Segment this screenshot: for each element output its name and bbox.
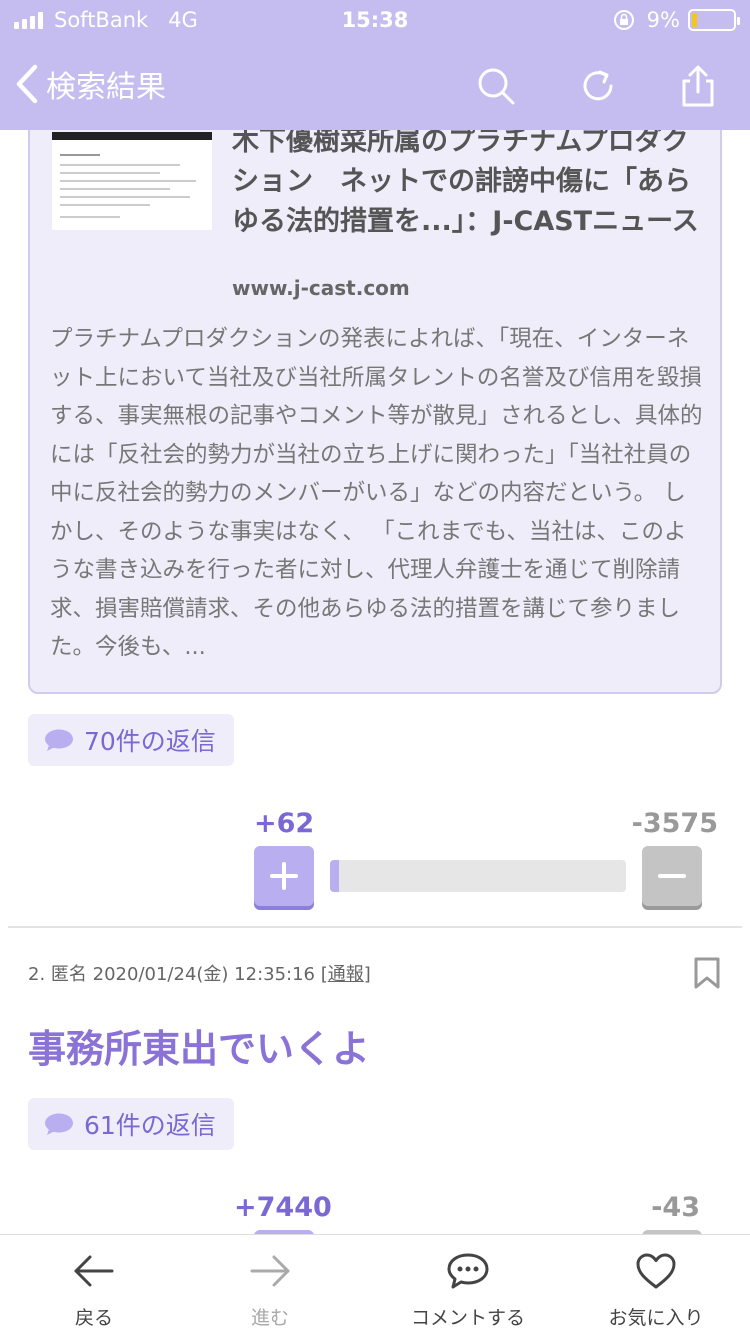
- post-body: 事務所東出でいくよ: [28, 1027, 371, 1071]
- battery-percent: 9%: [646, 8, 680, 32]
- minus-count: -3575: [631, 808, 718, 839]
- content-scroll-area[interactable]: 木下優樹菜所属のプラチナムプロダクション ネットでの誹謗中傷に「あらゆる法的措置…: [0, 130, 750, 1234]
- app-header: SoftBank 4G 15:38 9% 検索結果: [0, 0, 750, 130]
- post-number: 2.: [28, 964, 46, 985]
- comment-bubble-icon: [45, 1113, 73, 1135]
- report-link[interactable]: 通報: [328, 964, 364, 985]
- minus-vote-button[interactable]: [642, 846, 702, 906]
- favorite-label: お気に入り: [608, 1307, 704, 1329]
- plus-count: +7440: [234, 1192, 332, 1223]
- heart-icon: [636, 1253, 676, 1289]
- share-icon[interactable]: [676, 64, 720, 108]
- article-description: プラチナムプロダクションの発表によれば、「現在、インターネット上において当社及び…: [50, 326, 703, 660]
- status-bar: SoftBank 4G 15:38 9%: [0, 0, 750, 42]
- minus-count: -43: [651, 1192, 700, 1223]
- post-divider: [8, 926, 742, 928]
- reload-icon[interactable]: [576, 64, 620, 108]
- post-meta: 2. 匿名 2020/01/24(金) 12:35:16 [通報]: [28, 964, 371, 985]
- forward-label: 進む: [250, 1307, 289, 1329]
- search-icon[interactable]: [474, 64, 518, 108]
- arrow-left-icon: [74, 1255, 114, 1287]
- post-author: 匿名: [50, 964, 87, 985]
- replies-button[interactable]: 61件の返信: [28, 1098, 234, 1150]
- bottom-toolbar: 戻る 進む コメントする お気に入り: [0, 1234, 750, 1334]
- arrow-right-icon: [250, 1255, 290, 1287]
- plus-icon: [270, 862, 298, 890]
- favorite-button[interactable]: お気に入り: [600, 1235, 712, 1334]
- rotation-lock-icon: [613, 10, 634, 30]
- minus-icon: [658, 874, 686, 878]
- battery-icon: [688, 9, 740, 31]
- back-label: 検索結果: [46, 70, 166, 105]
- chevron-left-icon: [16, 64, 38, 104]
- back-button[interactable]: 戻る: [54, 1235, 134, 1334]
- back-to-search-results-button[interactable]: 検索結果: [14, 62, 166, 106]
- comment-label: コメントする: [410, 1307, 525, 1329]
- article-title: 木下優樹菜所属のプラチナムプロダクション ネットでの誹謗中傷に「あらゆる法的措置…: [232, 130, 699, 237]
- replies-count: 61件の返信: [84, 1111, 216, 1140]
- plus-count: +62: [254, 808, 315, 839]
- replies-count: 70件の返信: [84, 727, 216, 756]
- comment-button[interactable]: コメントする: [398, 1235, 538, 1334]
- link-preview-card[interactable]: 木下優樹菜所属のプラチナムプロダクション ネットでの誹謗中傷に「あらゆる法的措置…: [28, 130, 722, 694]
- forward-button[interactable]: 進む: [230, 1235, 310, 1334]
- vote-ratio-fill: [330, 860, 339, 892]
- comment-icon: [447, 1253, 489, 1289]
- plus-vote-button[interactable]: [254, 846, 314, 906]
- replies-button[interactable]: 70件の返信: [28, 714, 234, 766]
- comment-bubble-icon: [45, 729, 73, 751]
- article-thumbnail: [52, 132, 212, 230]
- bookmark-icon[interactable]: [692, 956, 722, 990]
- vote-ratio-bar: [330, 860, 626, 892]
- article-domain: www.j-cast.com: [232, 276, 410, 300]
- back-label: 戻る: [74, 1307, 113, 1329]
- post-date: 2020/01/24(金) 12:35:16: [92, 964, 316, 985]
- nav-bar: 検索結果: [0, 42, 750, 130]
